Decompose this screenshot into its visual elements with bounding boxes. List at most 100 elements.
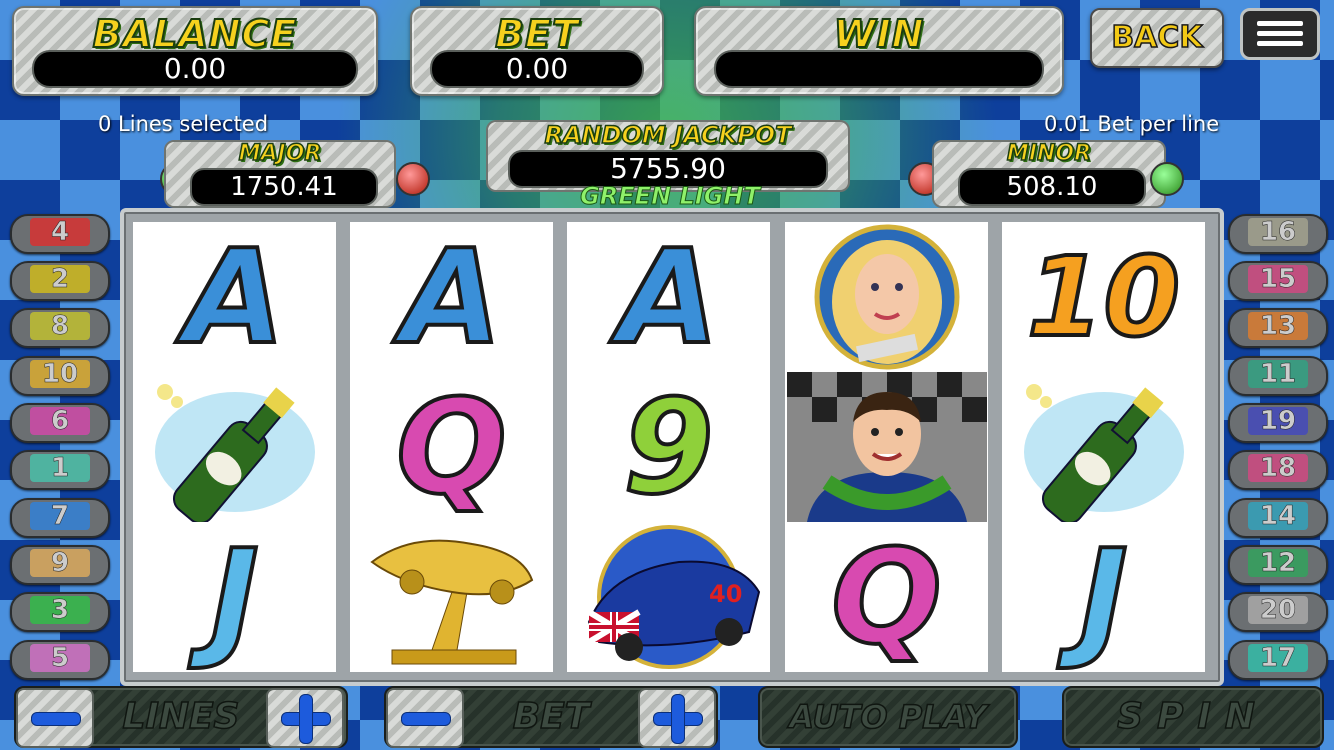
symbol-a: A: [350, 222, 553, 372]
symbol-j: J: [133, 522, 336, 672]
line-badge[interactable]: 7: [10, 498, 110, 538]
champagne-icon: [154, 384, 315, 522]
lines-minus-button[interactable]: [16, 688, 94, 748]
reel-1: A J: [133, 222, 336, 672]
letter-j: J: [1077, 521, 1129, 673]
car-number: 40: [709, 580, 742, 608]
letter-j: J: [208, 521, 260, 673]
line-badge[interactable]: 12: [1228, 545, 1328, 585]
line-badge[interactable]: 17: [1228, 640, 1328, 680]
line-number: 19: [1248, 407, 1308, 435]
line-badge[interactable]: 20: [1228, 592, 1328, 632]
minor-jackpot-panel: MINOR 508.10: [932, 140, 1166, 208]
line-badge[interactable]: 13: [1228, 308, 1328, 348]
menu-line: [1257, 41, 1303, 46]
reel-3: A 9 40: [567, 222, 770, 672]
line-number: 10: [30, 360, 90, 388]
green-light-label: GREEN LIGHT: [580, 182, 761, 211]
spin-button[interactable]: SPIN: [1062, 686, 1324, 748]
symbol-9: 9: [567, 372, 770, 522]
hamburger-menu-icon[interactable]: [1240, 8, 1320, 60]
line-number: 11: [1248, 360, 1308, 388]
symbol-a: A: [567, 222, 770, 372]
minus-icon: [31, 712, 81, 726]
digit-9: 9: [621, 371, 715, 523]
lines-selected-text: 0 Lines selected: [98, 112, 269, 136]
reel-4: Q: [785, 222, 988, 672]
line-badge[interactable]: 11: [1228, 356, 1328, 396]
lines-plus-button[interactable]: [266, 688, 344, 748]
champagne-icon: [1023, 384, 1184, 522]
plus-icon: [671, 694, 685, 744]
red-light-icon: [396, 162, 430, 196]
auto-play-button[interactable]: AUTO PLAY: [758, 686, 1018, 748]
balance-value: 0.00: [32, 50, 358, 88]
line-number: 3: [30, 596, 90, 624]
line-badge[interactable]: 3: [10, 592, 110, 632]
line-badge[interactable]: 8: [10, 308, 110, 348]
menu-line: [1257, 21, 1303, 26]
miss-girl-icon: [814, 224, 959, 370]
line-badge[interactable]: 6: [10, 403, 110, 443]
line-number: 4: [30, 218, 90, 246]
line-number: 1: [30, 454, 90, 482]
bet-minus-button[interactable]: [386, 688, 464, 748]
minor-value: 508.10: [958, 168, 1146, 206]
bet-panel: BET 0.00: [410, 6, 664, 96]
line-number: 12: [1248, 549, 1308, 577]
win-panel: WIN: [694, 6, 1064, 96]
menu-line: [1257, 31, 1303, 36]
line-number: 15: [1248, 265, 1308, 293]
line-badge[interactable]: 19: [1228, 403, 1328, 443]
trophy-symbol: [350, 522, 553, 672]
line-badge[interactable]: 18: [1228, 450, 1328, 490]
line-number: 5: [30, 644, 90, 672]
line-badge[interactable]: 15: [1228, 261, 1328, 301]
bet-value: 0.00: [430, 50, 644, 88]
green-light-icon: [1150, 162, 1184, 196]
line-number: 14: [1248, 502, 1308, 530]
trophy-icon: [369, 539, 533, 665]
letter-a: A: [182, 221, 287, 373]
balance-panel: BALANCE 0.00: [12, 6, 378, 96]
line-badge[interactable]: 4: [10, 214, 110, 254]
line-badge[interactable]: 2: [10, 261, 110, 301]
driver-icon: [786, 372, 987, 522]
random-jackpot-label: RANDOM JACKPOT: [544, 120, 793, 150]
reel-2: A Q: [350, 222, 553, 672]
race-car-icon: 40: [586, 525, 760, 669]
plus-icon: [299, 694, 313, 744]
major-jackpot-panel: MAJOR 1750.41: [164, 140, 396, 208]
line-badge[interactable]: 16: [1228, 214, 1328, 254]
letter-a: A: [616, 221, 721, 373]
letter-a: A: [399, 221, 504, 373]
line-number: 18: [1248, 454, 1308, 482]
lines-label: LINES: [122, 695, 240, 738]
champagne-symbol: [1002, 372, 1205, 522]
digit-10: 10: [1025, 233, 1182, 361]
line-number: 17: [1248, 644, 1308, 672]
bet-plus-button[interactable]: [638, 688, 716, 748]
line-number: 6: [30, 407, 90, 435]
line-badge[interactable]: 14: [1228, 498, 1328, 538]
symbol-10: 10: [1002, 222, 1205, 372]
symbol-q: Q: [350, 372, 553, 522]
driver-symbol: [785, 372, 988, 522]
bet-per-line-text: 0.01 Bet per line: [1044, 112, 1220, 136]
symbol-a: A: [133, 222, 336, 372]
line-number: 2: [30, 265, 90, 293]
line-number: 20: [1248, 596, 1308, 624]
major-value: 1750.41: [190, 168, 378, 206]
line-badge[interactable]: 1: [10, 450, 110, 490]
back-button[interactable]: BACK: [1090, 8, 1224, 68]
champagne-symbol: [133, 372, 336, 522]
line-badge[interactable]: 9: [10, 545, 110, 585]
line-number: 9: [30, 549, 90, 577]
line-badge[interactable]: 10: [10, 356, 110, 396]
minor-label: MINOR: [1006, 140, 1092, 167]
minus-icon: [401, 712, 451, 726]
bet-control-label: BET: [512, 695, 590, 738]
reel-5: 10 J: [1002, 222, 1205, 672]
line-badge[interactable]: 5: [10, 640, 110, 680]
line-number: 16: [1248, 218, 1308, 246]
